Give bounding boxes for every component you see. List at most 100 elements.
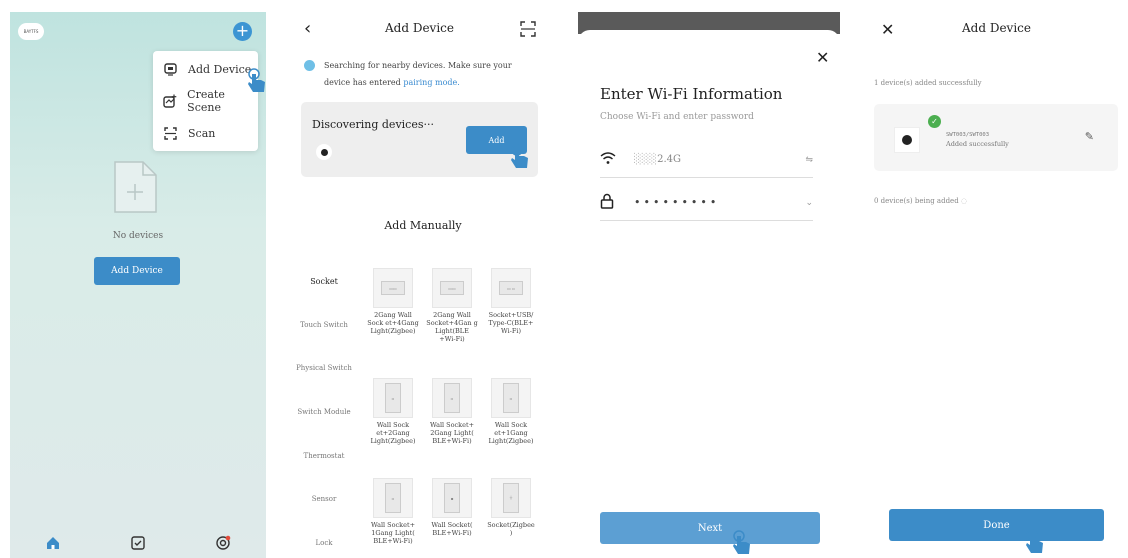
close-icon[interactable]: ✕ xyxy=(816,48,829,67)
device-status: Added successfully xyxy=(946,140,1009,148)
password-field[interactable]: ••••••••• ⌄ xyxy=(600,185,813,221)
product-label: Wall Socket+ 2Gang Light( BLE+Wi-Fi) xyxy=(429,421,475,445)
wifi-icon xyxy=(600,151,620,169)
wifi-sheet: ✕ Enter Wi-Fi Information Choose Wi-Fi a… xyxy=(578,30,840,558)
switch-panel-icon: ▭▭ xyxy=(381,281,405,295)
category-lock[interactable]: Lock xyxy=(293,539,355,547)
device-name: SWT003/SWT003 xyxy=(946,132,990,138)
checkbox-icon[interactable] xyxy=(129,534,147,552)
brand-logo: BAYTFS xyxy=(18,23,44,40)
product-image: ▫ xyxy=(491,378,531,418)
category-socket[interactable]: Socket xyxy=(293,277,355,286)
menu-item-add-device[interactable]: Add Device xyxy=(163,59,251,79)
menu-item-scan[interactable]: Scan xyxy=(163,123,215,143)
switch-panel-icon: ▭▭ xyxy=(440,281,464,295)
lock-icon xyxy=(600,193,620,213)
category-touch-switch[interactable]: Touch Switch xyxy=(293,321,355,329)
product-label: Wall Socket+ 1Gang Light( BLE+Wi-Fi) xyxy=(370,521,416,545)
menu-item-label: Scan xyxy=(188,126,216,140)
added-device-card[interactable]: ✓ SWT003/SWT003 Added successfully ✎ xyxy=(874,104,1118,171)
empty-state-text: No devices xyxy=(112,231,164,241)
add-manually-title: Add Manually xyxy=(384,219,462,232)
usb-socket-icon: ▭ ▫ xyxy=(499,281,523,295)
plus-button[interactable]: + xyxy=(233,22,252,41)
search-hint: Searching for nearby devices. Make sure … xyxy=(324,57,536,91)
wifi-select-field[interactable]: ░░░2.4G ⇋ xyxy=(600,142,813,178)
product-label: 2Gang Wall Socket+4Gan g Light(BLE +Wi-F… xyxy=(426,311,478,343)
chevron-down-icon[interactable]: ⌄ xyxy=(805,198,813,208)
wifi-band: 2.4G xyxy=(657,154,681,165)
product-card[interactable]: ▭ ▫ Socket+USB/ Type-C(BLE+ Wi-Fi) xyxy=(485,268,537,335)
device-image xyxy=(894,127,920,153)
finger-pointer-icon xyxy=(511,144,528,168)
product-card[interactable]: ▭▭ 2Gang Wall Socket+4Gan g Light(BLE +W… xyxy=(426,268,478,343)
wall-socket-icon: ▫ xyxy=(503,383,519,413)
switch-network-icon[interactable]: ⇋ xyxy=(805,155,813,165)
profile-icon[interactable] xyxy=(214,534,232,552)
pairing-mode-link[interactable]: pairing mode. xyxy=(403,78,459,87)
done-button[interactable]: Done xyxy=(889,509,1104,541)
product-card[interactable]: ▫ Wall Sock et+2Gang Light(Zigbee) xyxy=(367,378,419,445)
add-menu-popup: Add Device Create Scene Scan xyxy=(153,51,258,151)
product-image: ▫ xyxy=(373,378,413,418)
page-title: Add Device xyxy=(961,21,1031,35)
category-switch-module[interactable]: Switch Module xyxy=(293,408,355,416)
home-screen: BAYTFS + Add Device Create Scene Scan No… xyxy=(10,12,266,558)
wifi-title: Enter Wi-Fi Information xyxy=(600,85,783,103)
discovered-device-icon[interactable] xyxy=(316,144,332,160)
wifi-screen: ✕ Enter Wi-Fi Information Choose Wi-Fi a… xyxy=(578,12,840,558)
product-label: Wall Socket( BLE+Wi-Fi) xyxy=(431,521,473,537)
wall-socket-icon: ▫ xyxy=(385,383,401,413)
product-card[interactable]: ⏚ Socket(Zigbee ) xyxy=(485,478,537,537)
plug-socket-icon: ⏚ xyxy=(503,483,519,513)
product-image: ⏚ xyxy=(491,478,531,518)
wifi-subtitle: Choose Wi-Fi and enter password xyxy=(600,112,754,122)
success-count-text: 1 device(s) added successfully xyxy=(874,79,982,87)
wifi-name: ░░░2.4G xyxy=(634,154,805,165)
product-image: ▭▭ xyxy=(432,268,472,308)
password-value: ••••••••• xyxy=(634,196,720,209)
wall-socket-icon: ▪ xyxy=(444,483,460,513)
finger-pointer-icon xyxy=(1026,529,1043,553)
product-card[interactable]: ▫ Wall Sock et+1Gang Light(Zigbee) xyxy=(485,378,537,445)
add-result-screen: ✕ Add Device 1 device(s) added successfu… xyxy=(868,12,1125,558)
edit-icon[interactable]: ✎ xyxy=(1085,130,1094,143)
home-icon[interactable] xyxy=(44,534,62,552)
scan-icon[interactable] xyxy=(520,21,536,37)
product-image: ▫ xyxy=(432,378,472,418)
add-device-icon xyxy=(163,62,178,77)
product-image: ▭ ▫ xyxy=(491,268,531,308)
add-device-screen: ‹ Add Device Searching for nearby device… xyxy=(293,12,546,558)
product-card[interactable]: ▫ Wall Socket+ 1Gang Light( BLE+Wi-Fi) xyxy=(367,478,419,545)
product-card[interactable]: ▫ Wall Socket+ 2Gang Light( BLE+Wi-Fi) xyxy=(426,378,478,445)
finger-pointer-icon xyxy=(733,530,750,554)
create-scene-icon xyxy=(163,94,177,109)
product-label: 2Gang Wall Sock et+4Gang Light(Zigbee) xyxy=(367,311,419,335)
category-sensor[interactable]: Sensor xyxy=(293,495,355,503)
loading-spinner-icon: ◌ xyxy=(960,197,968,205)
wall-socket-icon: ▫ xyxy=(444,383,460,413)
discovering-label: Discovering devices··· xyxy=(312,118,434,131)
product-label: Socket+USB/ Type-C(BLE+ Wi-Fi) xyxy=(488,311,534,335)
next-button[interactable]: Next xyxy=(600,512,820,544)
product-card[interactable]: ▪ Wall Socket( BLE+Wi-Fi) xyxy=(426,478,478,537)
category-physical-switch[interactable]: Physical Switch xyxy=(293,364,355,372)
adding-count-label: 0 device(s) being added xyxy=(874,197,959,205)
product-image: ▭▭ xyxy=(373,268,413,308)
empty-document-icon xyxy=(114,161,157,213)
add-device-button[interactable]: Add Device xyxy=(94,257,180,285)
wall-socket-icon: ▫ xyxy=(385,483,401,513)
category-thermostat[interactable]: Thermostat xyxy=(293,452,355,460)
redacted-ssid: ░░░ xyxy=(634,154,658,165)
check-icon: ✓ xyxy=(928,115,941,128)
menu-item-label: Add Device xyxy=(188,62,252,76)
product-image: ▪ xyxy=(432,478,472,518)
product-card[interactable]: ▭▭ 2Gang Wall Sock et+4Gang Light(Zigbee… xyxy=(367,268,419,335)
product-label: Socket(Zigbee ) xyxy=(487,521,535,537)
finger-pointer-icon xyxy=(248,68,265,92)
page-title: Add Device xyxy=(384,21,454,35)
menu-item-create-scene[interactable]: Create Scene xyxy=(163,88,258,114)
discovery-panel: Discovering devices··· Add xyxy=(301,102,538,177)
scan-icon xyxy=(163,126,178,141)
bottom-tab-bar xyxy=(10,527,266,558)
